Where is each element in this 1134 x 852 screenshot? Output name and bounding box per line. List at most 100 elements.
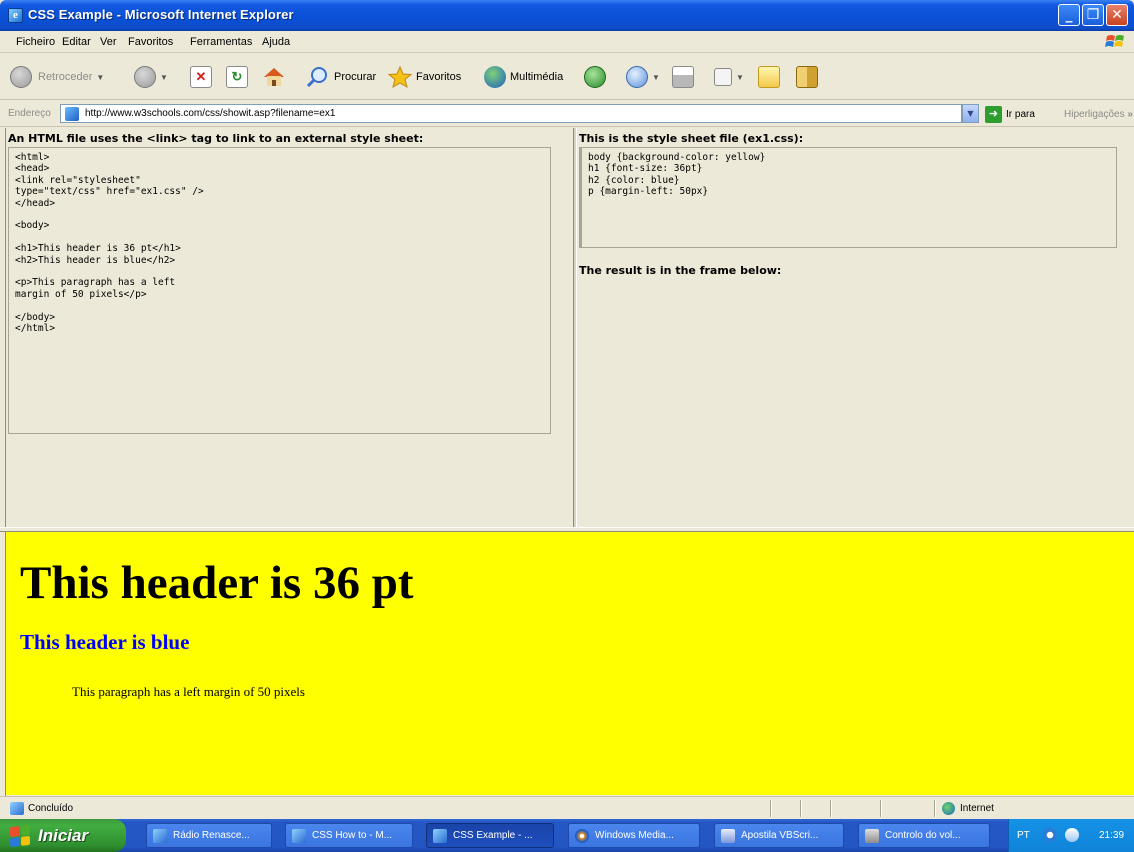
go-arrow-icon: ➜ — [985, 105, 1002, 123]
css-source-code: body {background-color: yellow} h1 {font… — [588, 152, 766, 198]
ie-icon — [292, 828, 306, 843]
html-source-textarea[interactable]: <html> <head> <link rel="stylesheet" typ… — [8, 147, 551, 434]
page-icon — [65, 107, 79, 121]
address-url[interactable]: http://www.w3schools.com/css/showit.asp?… — [85, 108, 335, 119]
task-label: CSS Example - ... — [453, 830, 533, 841]
research-button[interactable] — [796, 62, 818, 92]
status-divider — [830, 800, 832, 817]
menu-view[interactable]: Ver — [100, 36, 117, 48]
research-book-icon — [796, 66, 818, 88]
mail-dropdown-icon[interactable]: ▼ — [652, 73, 660, 82]
links-chevron-icon[interactable]: » — [1127, 109, 1133, 120]
refresh-button[interactable]: ↻ — [226, 62, 248, 92]
maximize-button[interactable]: ❐ — [1082, 4, 1104, 26]
status-divider — [770, 800, 772, 817]
taskbar-button-radio[interactable]: Rádio Renasce... — [146, 823, 272, 848]
left-source-frame: An HTML file uses the <link> tag to link… — [6, 128, 573, 529]
back-button[interactable]: Retroceder ▼ — [10, 62, 104, 92]
mail-icon — [626, 66, 648, 88]
volume-control-icon — [865, 828, 879, 843]
ie-icon — [433, 828, 447, 843]
home-button[interactable] — [262, 62, 286, 92]
favorites-button[interactable]: Favoritos — [388, 62, 461, 92]
task-label: Controlo do vol... — [885, 830, 961, 841]
result-header-36pt: This header is 36 pt — [20, 557, 414, 609]
menu-tools[interactable]: Ferramentas — [190, 36, 252, 48]
print-button[interactable] — [672, 62, 694, 92]
minimize-button[interactable]: _ — [1058, 4, 1080, 26]
status-bar: Concluído Internet — [0, 796, 1134, 819]
favorites-star-icon — [388, 66, 412, 88]
result-note: The result is in the frame below: — [579, 264, 782, 277]
search-label: Procurar — [334, 71, 377, 83]
media-label: Multimédia — [510, 71, 564, 83]
taskbar-button-volume-control[interactable]: Controlo do vol... — [858, 823, 990, 848]
document-icon — [721, 828, 735, 843]
title-bar[interactable]: e CSS Example - Microsoft Internet Explo… — [0, 0, 1134, 31]
tray-arrow-icon[interactable] — [1043, 828, 1057, 842]
refresh-icon: ↻ — [226, 66, 248, 88]
zone-text: Internet — [960, 803, 994, 814]
menu-file[interactable]: Ficheiro — [16, 36, 55, 48]
search-icon — [306, 67, 327, 88]
menu-favorites[interactable]: Favoritos — [128, 36, 173, 48]
back-label: Retroceder — [38, 71, 93, 83]
messenger-button[interactable] — [758, 62, 780, 92]
forward-dropdown-icon[interactable]: ▼ — [160, 73, 168, 82]
start-label: Iniciar — [38, 825, 89, 845]
address-label: Endereço — [8, 108, 51, 119]
back-dropdown-icon[interactable]: ▼ — [96, 73, 104, 82]
mail-button[interactable]: ▼ — [626, 62, 660, 92]
html-source-code: <html> <head> <link rel="stylesheet" typ… — [15, 152, 204, 335]
history-icon — [584, 66, 606, 88]
forward-button[interactable]: ▼ — [134, 62, 168, 92]
address-input[interactable]: http://www.w3schools.com/css/showit.asp?… — [60, 104, 962, 123]
result-header-blue: This header is blue — [20, 630, 190, 654]
media-player-icon — [575, 828, 589, 843]
go-label: Ir para — [1006, 108, 1035, 120]
back-arrow-icon — [10, 66, 32, 88]
edit-button[interactable]: ▼ — [714, 62, 744, 92]
edit-document-icon — [714, 68, 732, 86]
clock[interactable]: 21:39 — [1099, 830, 1124, 841]
search-button[interactable]: Procurar — [306, 62, 376, 92]
stop-button[interactable]: ✕ — [190, 62, 212, 92]
window-title: CSS Example - Microsoft Internet Explore… — [28, 7, 294, 22]
taskbar-button-css-example[interactable]: CSS Example - ... — [426, 823, 554, 848]
windows-flag-icon — [1105, 35, 1124, 47]
note-icon — [758, 66, 780, 88]
page-done-icon — [10, 802, 24, 815]
history-button[interactable] — [584, 62, 606, 92]
status-divider — [880, 800, 882, 817]
go-button[interactable]: ➜ Ir para — [985, 105, 1035, 123]
close-button[interactable]: ✕ — [1106, 4, 1128, 26]
edit-dropdown-icon[interactable]: ▼ — [736, 73, 744, 82]
start-button[interactable]: Iniciar — [0, 819, 126, 852]
left-frame-heading: An HTML file uses the <link> tag to link… — [8, 132, 424, 145]
task-label: Apostila VBScri... — [741, 830, 819, 841]
media-button[interactable]: Multimédia — [484, 62, 563, 92]
links-toolbar[interactable]: Hiperligações » — [1064, 109, 1133, 120]
css-source-textarea[interactable]: body {background-color: yellow} h1 {font… — [579, 147, 1117, 248]
speaker-icon[interactable] — [1065, 828, 1079, 842]
address-dropdown-icon[interactable]: ▼ — [962, 104, 979, 123]
task-label: Windows Media... — [595, 830, 674, 841]
ie-app-icon[interactable]: e — [8, 8, 23, 23]
taskbar: Iniciar Rádio Renasce... CSS How to - M.… — [0, 819, 1134, 852]
address-bar: Endereço http://www.w3schools.com/css/sh… — [0, 101, 1134, 127]
taskbar-button-css-howto[interactable]: CSS How to - M... — [285, 823, 413, 848]
menu-edit[interactable]: Editar — [62, 36, 91, 48]
media-globe-icon — [484, 66, 506, 88]
forward-arrow-icon — [134, 66, 156, 88]
taskbar-button-windows-media[interactable]: Windows Media... — [568, 823, 700, 848]
windows-logo-icon — [10, 824, 30, 847]
stop-icon: ✕ — [190, 66, 212, 88]
standard-toolbar: Retroceder ▼ ▼ ✕ ↻ Procurar Favoritos Mu… — [0, 54, 1134, 100]
language-indicator[interactable]: PT — [1017, 830, 1030, 841]
menu-help[interactable]: Ajuda — [262, 36, 290, 48]
status-divider — [800, 800, 802, 817]
task-label: Rádio Renasce... — [173, 830, 250, 841]
status-text: Concluído — [28, 803, 74, 814]
right-css-frame: This is the style sheet file (ex1.css): … — [577, 128, 1134, 529]
taskbar-button-apostila[interactable]: Apostila VBScri... — [714, 823, 844, 848]
